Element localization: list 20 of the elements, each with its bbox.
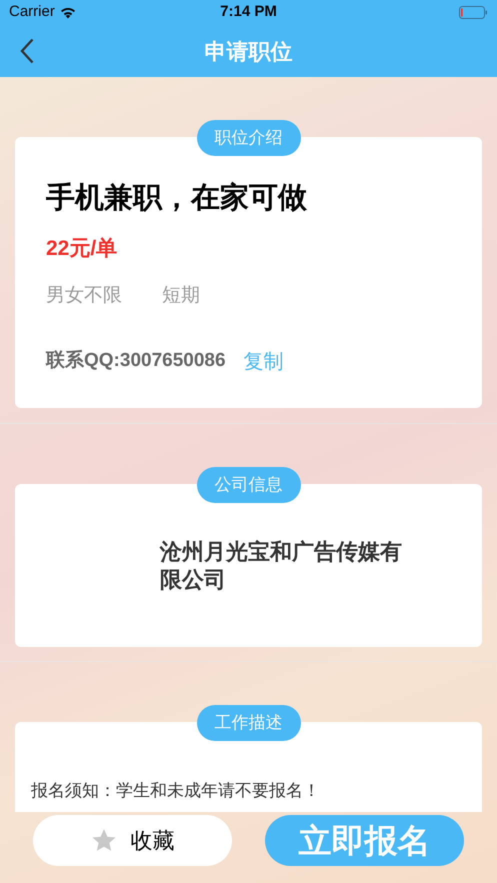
contact-text: 联系QQ:3007650086 — [46, 348, 226, 374]
company-name: 沧州月光宝和广告传媒有限公司 — [160, 538, 403, 594]
section-badge: 职位介绍 — [196, 120, 300, 156]
description-text: 报名须知：学生和未成年请不要报名！ — [31, 780, 321, 802]
star-icon — [90, 828, 116, 853]
wifi-icon — [58, 6, 77, 19]
page-title: 申请职位 — [204, 38, 292, 66]
section-badge: 工作描述 — [196, 705, 300, 741]
back-icon — [20, 38, 34, 64]
clock-label: 7:14 PM — [220, 2, 277, 22]
section-badge: 公司信息 — [196, 467, 300, 503]
job-pay: 22元/单 — [46, 236, 118, 262]
job-title: 手机兼职，在家可做 — [46, 180, 308, 216]
favorite-button[interactable]: 收藏 — [33, 815, 232, 866]
carrier-label: Carrier — [9, 2, 55, 22]
job-tag: 男女不限 — [46, 282, 122, 310]
copy-link[interactable]: 复制 — [244, 346, 284, 376]
apply-button[interactable]: 立即报名 — [265, 815, 464, 866]
job-tag: 短期 — [162, 282, 200, 310]
battery-icon — [459, 6, 488, 19]
